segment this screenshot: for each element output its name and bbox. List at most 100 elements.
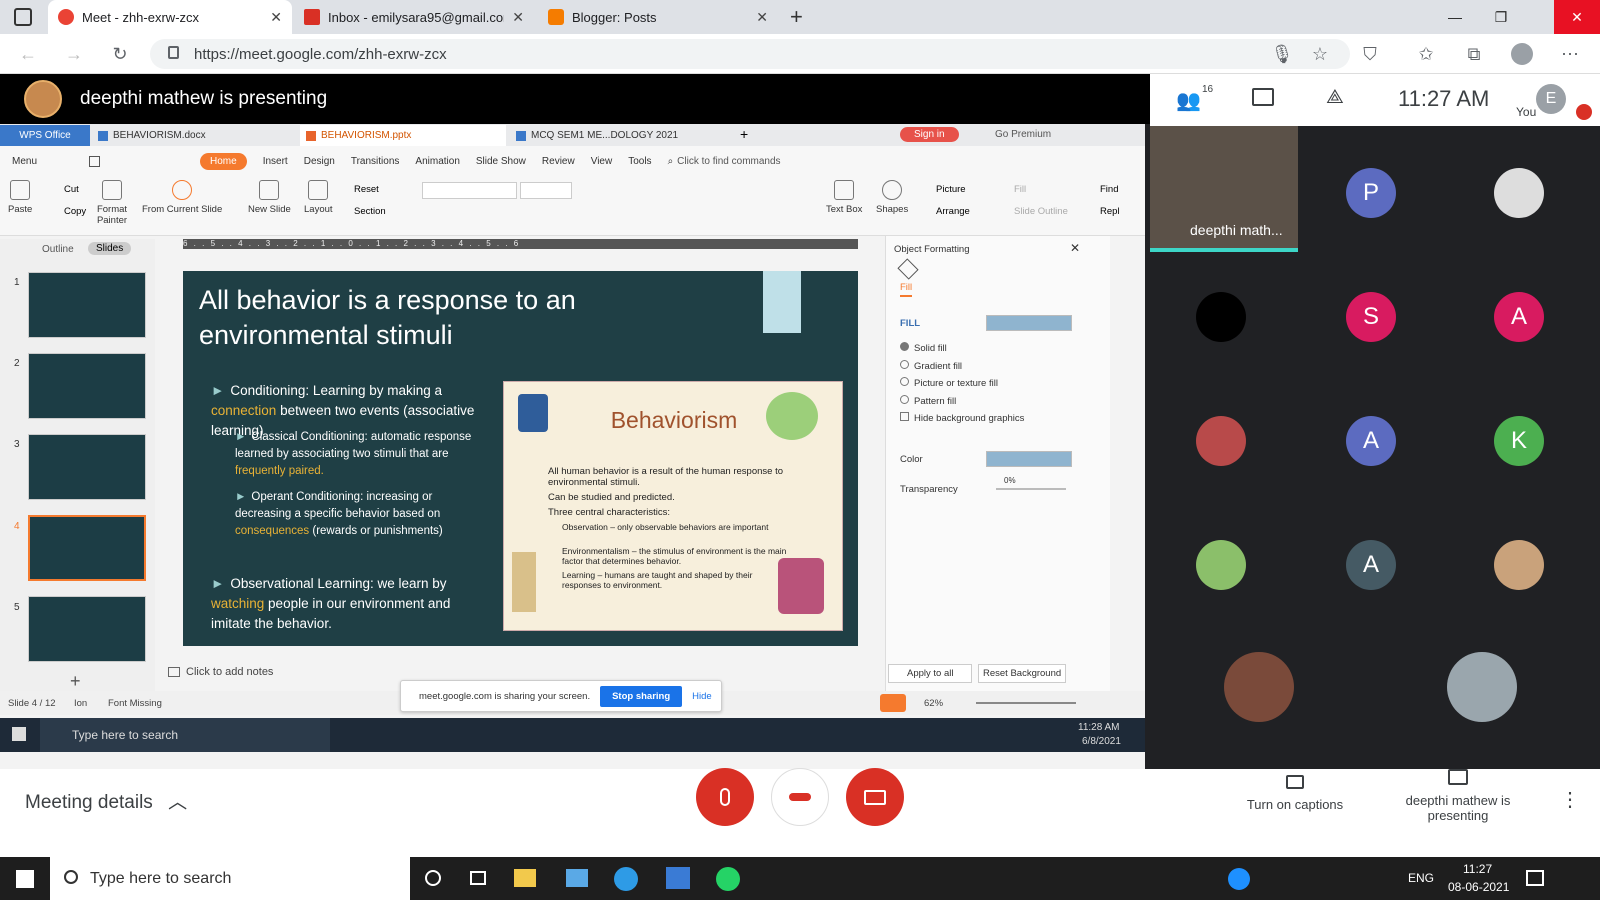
close-window-button[interactable]: ✕: [1554, 0, 1600, 34]
cut-button[interactable]: Cut: [64, 184, 79, 195]
tab-gmail[interactable]: Inbox - emilysara95@gmail.com ✕: [294, 0, 534, 34]
font-name-input[interactable]: [422, 182, 517, 199]
favorite-star-icon[interactable]: ☆: [1306, 40, 1334, 68]
layout-button[interactable]: Layout: [304, 180, 333, 215]
cortana-icon[interactable]: [425, 870, 441, 886]
tab-view[interactable]: View: [591, 156, 613, 167]
fill-button[interactable]: Fill: [1014, 184, 1026, 195]
participant-avatar[interactable]: [1196, 292, 1246, 342]
chat-icon[interactable]: [1252, 88, 1274, 106]
replace-button[interactable]: Repl: [1100, 206, 1120, 217]
file-explorer-icon[interactable]: [514, 869, 536, 887]
task-view-icon[interactable]: [470, 871, 486, 885]
taskbar-search[interactable]: Type here to search: [40, 718, 330, 752]
participant-avatar[interactable]: [1494, 540, 1544, 590]
tab-transitions[interactable]: Transitions: [351, 156, 400, 167]
edge-icon[interactable]: [614, 867, 638, 891]
font-size-input[interactable]: [520, 182, 572, 199]
participant-avatar[interactable]: K: [1494, 416, 1544, 466]
go-premium-link[interactable]: Go Premium: [995, 129, 1051, 140]
format-painter-button[interactable]: Format Painter: [94, 180, 130, 226]
favorites-icon[interactable]: ✩: [1412, 40, 1440, 68]
participant-avatar[interactable]: A: [1494, 292, 1544, 342]
participant-avatar[interactable]: A: [1346, 540, 1396, 590]
maximize-button[interactable]: ❐: [1478, 0, 1524, 34]
menu-button[interactable]: Menu: [12, 156, 37, 167]
taskbar-search[interactable]: Type here to search: [50, 857, 410, 900]
participant-avatar[interactable]: P: [1346, 168, 1396, 218]
color-dropdown[interactable]: [986, 451, 1072, 467]
participant-avatar[interactable]: A: [1346, 416, 1396, 466]
meeting-details-button[interactable]: Meeting details ︿: [25, 787, 187, 814]
tab-animation[interactable]: Animation: [415, 156, 459, 167]
participant-avatar[interactable]: [1224, 652, 1294, 722]
hide-bg-checkbox[interactable]: Hide background graphics: [900, 412, 1024, 424]
zoom-slider[interactable]: [976, 702, 1076, 704]
close-tab-icon[interactable]: ✕: [756, 9, 768, 26]
tab-tools[interactable]: Tools: [628, 156, 651, 167]
forward-arrow-icon[interactable]: →: [60, 40, 88, 68]
more-menu-icon[interactable]: ⋯: [1556, 40, 1584, 68]
language-indicator[interactable]: ENG: [1408, 871, 1434, 885]
new-tab-button[interactable]: +: [790, 4, 803, 30]
participant-avatar[interactable]: [1494, 168, 1544, 218]
picture-button[interactable]: Picture: [936, 184, 966, 195]
reload-icon[interactable]: ↻: [106, 40, 134, 68]
text-box-button[interactable]: Text Box: [826, 180, 862, 215]
back-arrow-icon[interactable]: ←: [14, 40, 42, 68]
participant-avatar[interactable]: S: [1346, 292, 1396, 342]
sign-in-button[interactable]: Sign in: [900, 127, 959, 142]
more-options-icon[interactable]: ⋮: [1560, 787, 1580, 812]
profile-icon[interactable]: [1508, 40, 1536, 68]
minimize-button[interactable]: —: [1432, 0, 1478, 34]
slide-canvas[interactable]: All behavior is a response to an environ…: [183, 271, 858, 646]
from-current-slide-button[interactable]: From Current Slide: [142, 180, 222, 215]
tab-design[interactable]: Design: [304, 156, 335, 167]
slide-thumbnail[interactable]: [28, 434, 146, 500]
presentation-button[interactable]: deepthi mathew is presenting: [1398, 769, 1518, 823]
shapes-button[interactable]: Shapes: [876, 180, 908, 215]
pattern-fill-radio[interactable]: Pattern fill: [900, 395, 956, 407]
apply-to-all-button[interactable]: Apply to all: [888, 664, 973, 683]
tab-blogger[interactable]: Blogger: Posts ✕: [538, 0, 778, 34]
mic-off-button[interactable]: [696, 768, 754, 826]
presenter-video-tile[interactable]: deepthi math...: [1150, 126, 1298, 252]
camera-off-button[interactable]: [846, 768, 904, 826]
find-commands-input[interactable]: Click to find commands: [677, 156, 780, 167]
participant-avatar[interactable]: [1447, 652, 1517, 722]
tab-meet[interactable]: Meet - zhh-exrw-zcx ✕: [48, 0, 292, 34]
tab-actions-icon[interactable]: [14, 8, 32, 26]
picture-fill-radio[interactable]: Picture or texture fill: [900, 377, 998, 389]
tab-slide-show[interactable]: Slide Show: [476, 156, 526, 167]
windows-start-icon[interactable]: [16, 870, 34, 888]
tab-home[interactable]: Home: [200, 152, 247, 170]
activities-icon[interactable]: ⟁: [1326, 86, 1344, 109]
reset-background-button[interactable]: Reset Background: [978, 664, 1067, 683]
microphone-icon[interactable]: 🎙: [1268, 40, 1296, 68]
zoom-level[interactable]: 62%: [924, 698, 943, 709]
slide-thumbnail[interactable]: [28, 272, 146, 338]
tab-review[interactable]: Review: [542, 156, 575, 167]
pptx-tab[interactable]: BEHAVIORISM.pptx: [300, 125, 506, 146]
find-button[interactable]: Find: [1100, 184, 1118, 195]
slide-outline-button[interactable]: Slide Outline: [1014, 206, 1068, 217]
close-tab-icon[interactable]: ✕: [512, 9, 524, 26]
tab-fill[interactable]: Fill: [900, 282, 913, 297]
whatsapp-icon[interactable]: [716, 867, 740, 891]
arrange-button[interactable]: Arrange: [936, 206, 970, 217]
add-slide-icon[interactable]: +: [70, 671, 81, 692]
new-slide-button[interactable]: New Slide: [248, 180, 291, 215]
paste-button[interactable]: Paste: [8, 180, 32, 215]
solid-fill-radio[interactable]: Solid fill: [900, 342, 947, 354]
transparency-slider[interactable]: [996, 488, 1066, 490]
section-button[interactable]: Section: [354, 206, 386, 217]
collections-icon[interactable]: ⧉: [1460, 40, 1488, 68]
extension-shield-icon[interactable]: ⛉: [1356, 40, 1384, 68]
video-app-icon[interactable]: [666, 867, 690, 889]
close-icon[interactable]: ✕: [1070, 241, 1080, 255]
slide-thumbnail[interactable]: [28, 596, 146, 662]
windows-start-icon[interactable]: [12, 727, 26, 741]
participant-avatar[interactable]: [1196, 416, 1246, 466]
font-missing-status[interactable]: Font Missing: [108, 698, 162, 709]
slide-thumbnail[interactable]: [28, 353, 146, 419]
